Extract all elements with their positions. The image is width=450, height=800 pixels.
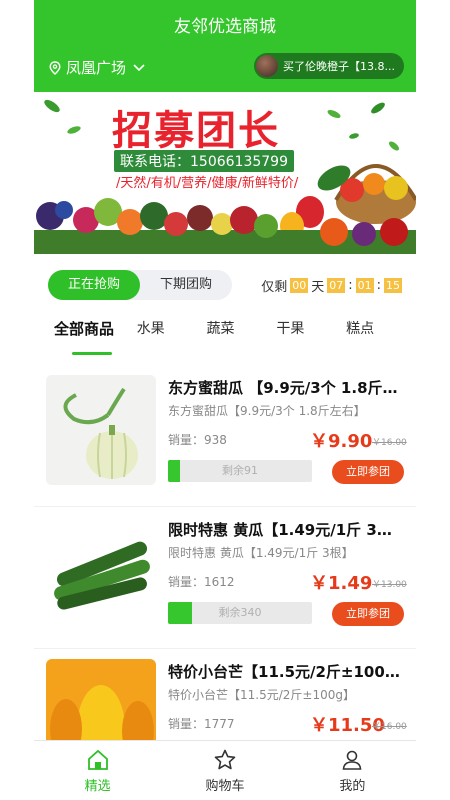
product-card[interactable]: 限时特惠 黄瓜【1.49元/1斤 3根】 限时特惠 黄瓜【1.49元/1斤 3根…	[34, 507, 416, 649]
countdown-sep: :	[348, 278, 353, 293]
banner-slogan: /天然/有机/营养/健康/新鲜特价/	[116, 176, 299, 191]
product-card[interactable]: 东方蜜甜瓜 【9.9元/3个 1.8斤左右】 东方蜜甜瓜【9.9元/3个 1.8…	[34, 365, 416, 507]
category-tab-fruit[interactable]: 水果	[137, 318, 207, 362]
product-image-melon	[46, 375, 156, 485]
product-name: 限时特惠 黄瓜【1.49元/1斤 3根】	[168, 521, 404, 539]
stock-progress-bar: 剩余91	[168, 460, 312, 482]
nav-item-cart[interactable]: 购物车	[161, 741, 288, 800]
chevron-down-icon	[133, 63, 145, 71]
group-buy-tabs: 正在抢购 下期团购	[48, 270, 232, 300]
product-sales: 销量：938	[168, 433, 227, 447]
countdown-timer: 仅剩 00 天 07 : 01 : 15	[260, 276, 404, 295]
category-tab-pastry[interactable]: 糕点	[346, 318, 416, 362]
stock-remaining-label: 剩余91	[222, 464, 258, 477]
countdown-days: 00	[290, 278, 309, 293]
countdown-days-label: 天	[311, 280, 325, 295]
product-original-price: ￥16.00	[372, 438, 407, 448]
home-icon	[87, 749, 108, 770]
product-sales: 销量：1612	[168, 575, 235, 589]
product-original-price: ￥13.00	[372, 580, 407, 590]
product-sales: 销量：1777	[168, 717, 235, 731]
app-title: 友邻优选商城	[174, 17, 276, 37]
category-tab-all[interactable]: 全部商品	[54, 318, 137, 362]
cucumber-icon	[46, 517, 156, 627]
product-list: 东方蜜甜瓜 【9.9元/3个 1.8斤左右】 东方蜜甜瓜【9.9元/3个 1.8…	[34, 365, 416, 791]
countdown-seconds: 15	[384, 278, 402, 293]
countdown-sep: :	[376, 278, 381, 293]
user-icon	[342, 750, 362, 770]
stock-progress-bar: 剩余340	[168, 602, 312, 624]
tab-next-period[interactable]: 下期团购	[140, 270, 232, 300]
countdown-minutes: 01	[355, 278, 374, 293]
location-pin-icon	[49, 60, 61, 75]
tab-buying-now[interactable]: 正在抢购	[48, 270, 140, 300]
product-name: 特价小台芒【11.5元/2斤±100g】	[168, 663, 404, 681]
countdown-hours: 07	[327, 278, 346, 293]
nav-label-featured: 精选	[84, 779, 111, 794]
category-tab-dried-fruit[interactable]: 干果	[276, 318, 346, 362]
melon-icon	[46, 375, 156, 485]
join-group-button[interactable]: 立即参团	[332, 602, 404, 626]
category-tab-vegetables[interactable]: 蔬菜	[207, 318, 277, 362]
header: 友邻优选商城 凤凰广场 买了伦晚橙子【13.8...	[34, 0, 416, 92]
location-selector[interactable]: 凤凰广场	[48, 57, 146, 78]
join-group-button[interactable]: 立即参团	[332, 460, 404, 484]
bottom-navigation: 精选 购物车 我的	[34, 740, 416, 800]
stock-remaining-label: 剩余340	[218, 606, 262, 619]
product-name: 东方蜜甜瓜 【9.9元/3个 1.8斤左右】	[168, 379, 404, 397]
app-frame: 友邻优选商城 凤凰广场 买了伦晚橙子【13.8... 招募团长 联系电话：150…	[34, 0, 416, 800]
product-description: 特价小台芒【11.5元/2斤±100g】	[168, 688, 355, 702]
product-price: ￥1.49	[310, 573, 373, 594]
banner-title: 招募团长	[112, 107, 280, 154]
ticker-text: 买了伦晚橙子【13.8...	[283, 60, 395, 73]
nav-item-mine[interactable]: 我的	[289, 741, 416, 800]
product-price: ￥9.90	[310, 431, 373, 452]
nav-item-featured[interactable]: 精选	[34, 741, 161, 800]
product-image-cucumber	[46, 517, 156, 627]
promo-banner[interactable]: 招募团长 联系电话：15066135799 /天然/有机/营养/健康/新鲜特价/	[34, 92, 416, 254]
product-description: 东方蜜甜瓜【9.9元/3个 1.8斤左右】	[168, 404, 366, 418]
category-tabs: 全部商品 水果 蔬菜 干果 糕点	[34, 318, 416, 362]
banner-phone: 联系电话：15066135799	[114, 150, 294, 172]
location-label: 凤凰广场	[66, 59, 127, 77]
product-original-price: ￥16.00	[372, 722, 407, 732]
avatar	[256, 55, 278, 77]
countdown-prefix: 仅剩	[261, 280, 288, 295]
nav-label-cart: 购物车	[205, 779, 245, 794]
purchase-ticker[interactable]: 买了伦晚橙子【13.8...	[254, 53, 404, 79]
product-description: 限时特惠 黄瓜【1.49元/1斤 3根】	[168, 546, 354, 560]
star-icon	[214, 749, 236, 770]
nav-label-mine: 我的	[339, 779, 366, 794]
